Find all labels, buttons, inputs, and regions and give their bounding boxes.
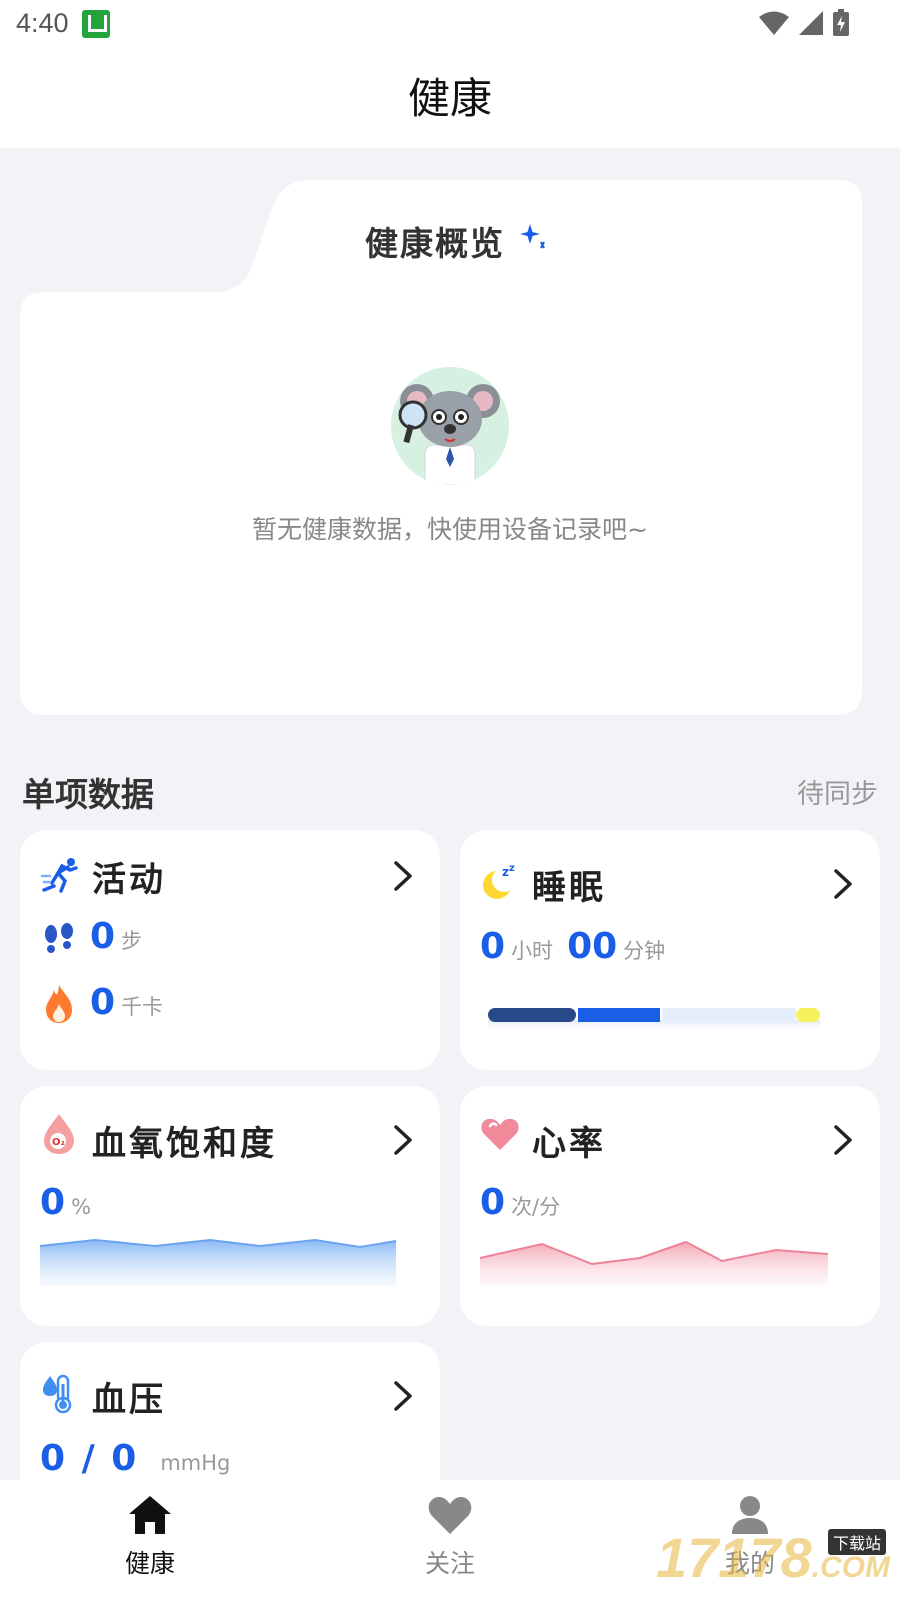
steps-value: 0 [90,916,116,957]
heart-rate-value: 0 [480,1182,506,1223]
sleep-card[interactable]: z z 睡眠 0 小时 00 分钟 [460,830,880,1070]
heart-icon [428,1497,472,1534]
sync-status[interactable]: 待同步 [797,772,878,811]
nav-label-health: 健康 [124,1549,175,1578]
sleep-minutes-unit: 分钟 [623,939,666,963]
nav-item-health[interactable]: 健康 [70,1494,230,1580]
battery-charging-icon [833,9,849,36]
calories-value: 0 [90,982,116,1023]
status-time: 4:40 [16,8,69,38]
sleep-minutes-value: 00 [567,926,618,967]
footprints-icon [45,923,73,953]
cellular-signal-icon [799,11,823,35]
heart-rate-card[interactable]: 心率 0 次/分 [460,1086,880,1326]
sleep-hours-unit: 小时 [511,939,554,963]
status-bar: 4:40 [0,0,900,50]
chevron-right-icon[interactable] [832,1124,854,1156]
overview-empty-message: 暂无健康数据，快使用设备记录吧~ [252,515,648,544]
blood-oxygen-title: 血氧饱和度 [92,1124,277,1164]
heart-icon [481,1118,519,1150]
heart-rate-title: 心率 [532,1124,606,1164]
svg-text:z: z [502,865,509,879]
sleep-stage-bar [488,1008,820,1034]
blood-oxygen-value: 0 [40,1182,66,1223]
svg-text:z: z [509,863,515,874]
section-title: 单项数据 [22,775,154,814]
flame-icon [46,985,72,1023]
blood-pressure-unit: mmHg [160,1451,231,1475]
home-icon [129,1496,171,1534]
health-overview-card[interactable]: 健康概览 暂无健康数据，快使用设备记录吧~ [20,180,880,730]
sparkle-icon [520,224,545,249]
app-header: 健康 [0,50,900,148]
blood-oxygen-card[interactable]: O₂ 血氧饱和度 0 % [20,1086,440,1326]
system-icons [758,8,850,38]
thermometer-icon [43,1374,72,1414]
sleep-title: 睡眠 [532,868,606,908]
heart-rate-sparkline [480,1240,829,1286]
overview-title: 健康概览 [365,224,505,263]
blood-oxygen-sparkline [40,1238,397,1286]
app-notification-icon [82,10,110,38]
svg-text:O₂: O₂ [52,1137,65,1148]
chevron-right-icon[interactable] [832,868,854,900]
nav-label-follow: 关注 [424,1549,475,1578]
calories-unit: 千卡 [121,995,164,1019]
watermark-suffix: .COM [811,1551,890,1584]
moon-sleep-icon: z z [483,863,516,899]
blood-oxygen-unit: % [71,1195,92,1219]
chevron-right-icon[interactable] [392,860,414,892]
watermark-tag: 下载站 [827,1529,886,1555]
nav-item-follow[interactable]: 关注 [370,1494,530,1580]
blood-pressure-title: 血压 [92,1380,166,1420]
sleep-hours-value: 0 [480,926,506,967]
blood-pressure-value: 0 / 0 [40,1438,137,1479]
page-title: 健康 [407,74,492,123]
heart-rate-unit: 次/分 [511,1195,561,1219]
activity-card[interactable]: 活动 0 步 0 千卡 [20,830,440,1070]
steps-unit: 步 [121,929,143,953]
watermark-text: 17178 [655,1526,812,1589]
oxygen-drop-icon: O₂ [44,1114,74,1154]
koala-doctor-avatar [391,367,509,485]
activity-title: 活动 [92,860,166,900]
wifi-icon [759,11,789,35]
chevron-right-icon[interactable] [392,1380,414,1412]
running-icon [40,858,78,893]
chevron-right-icon[interactable] [392,1124,414,1156]
blood-pressure-card[interactable]: 血压 0 / 0 mmHg [20,1342,440,1502]
